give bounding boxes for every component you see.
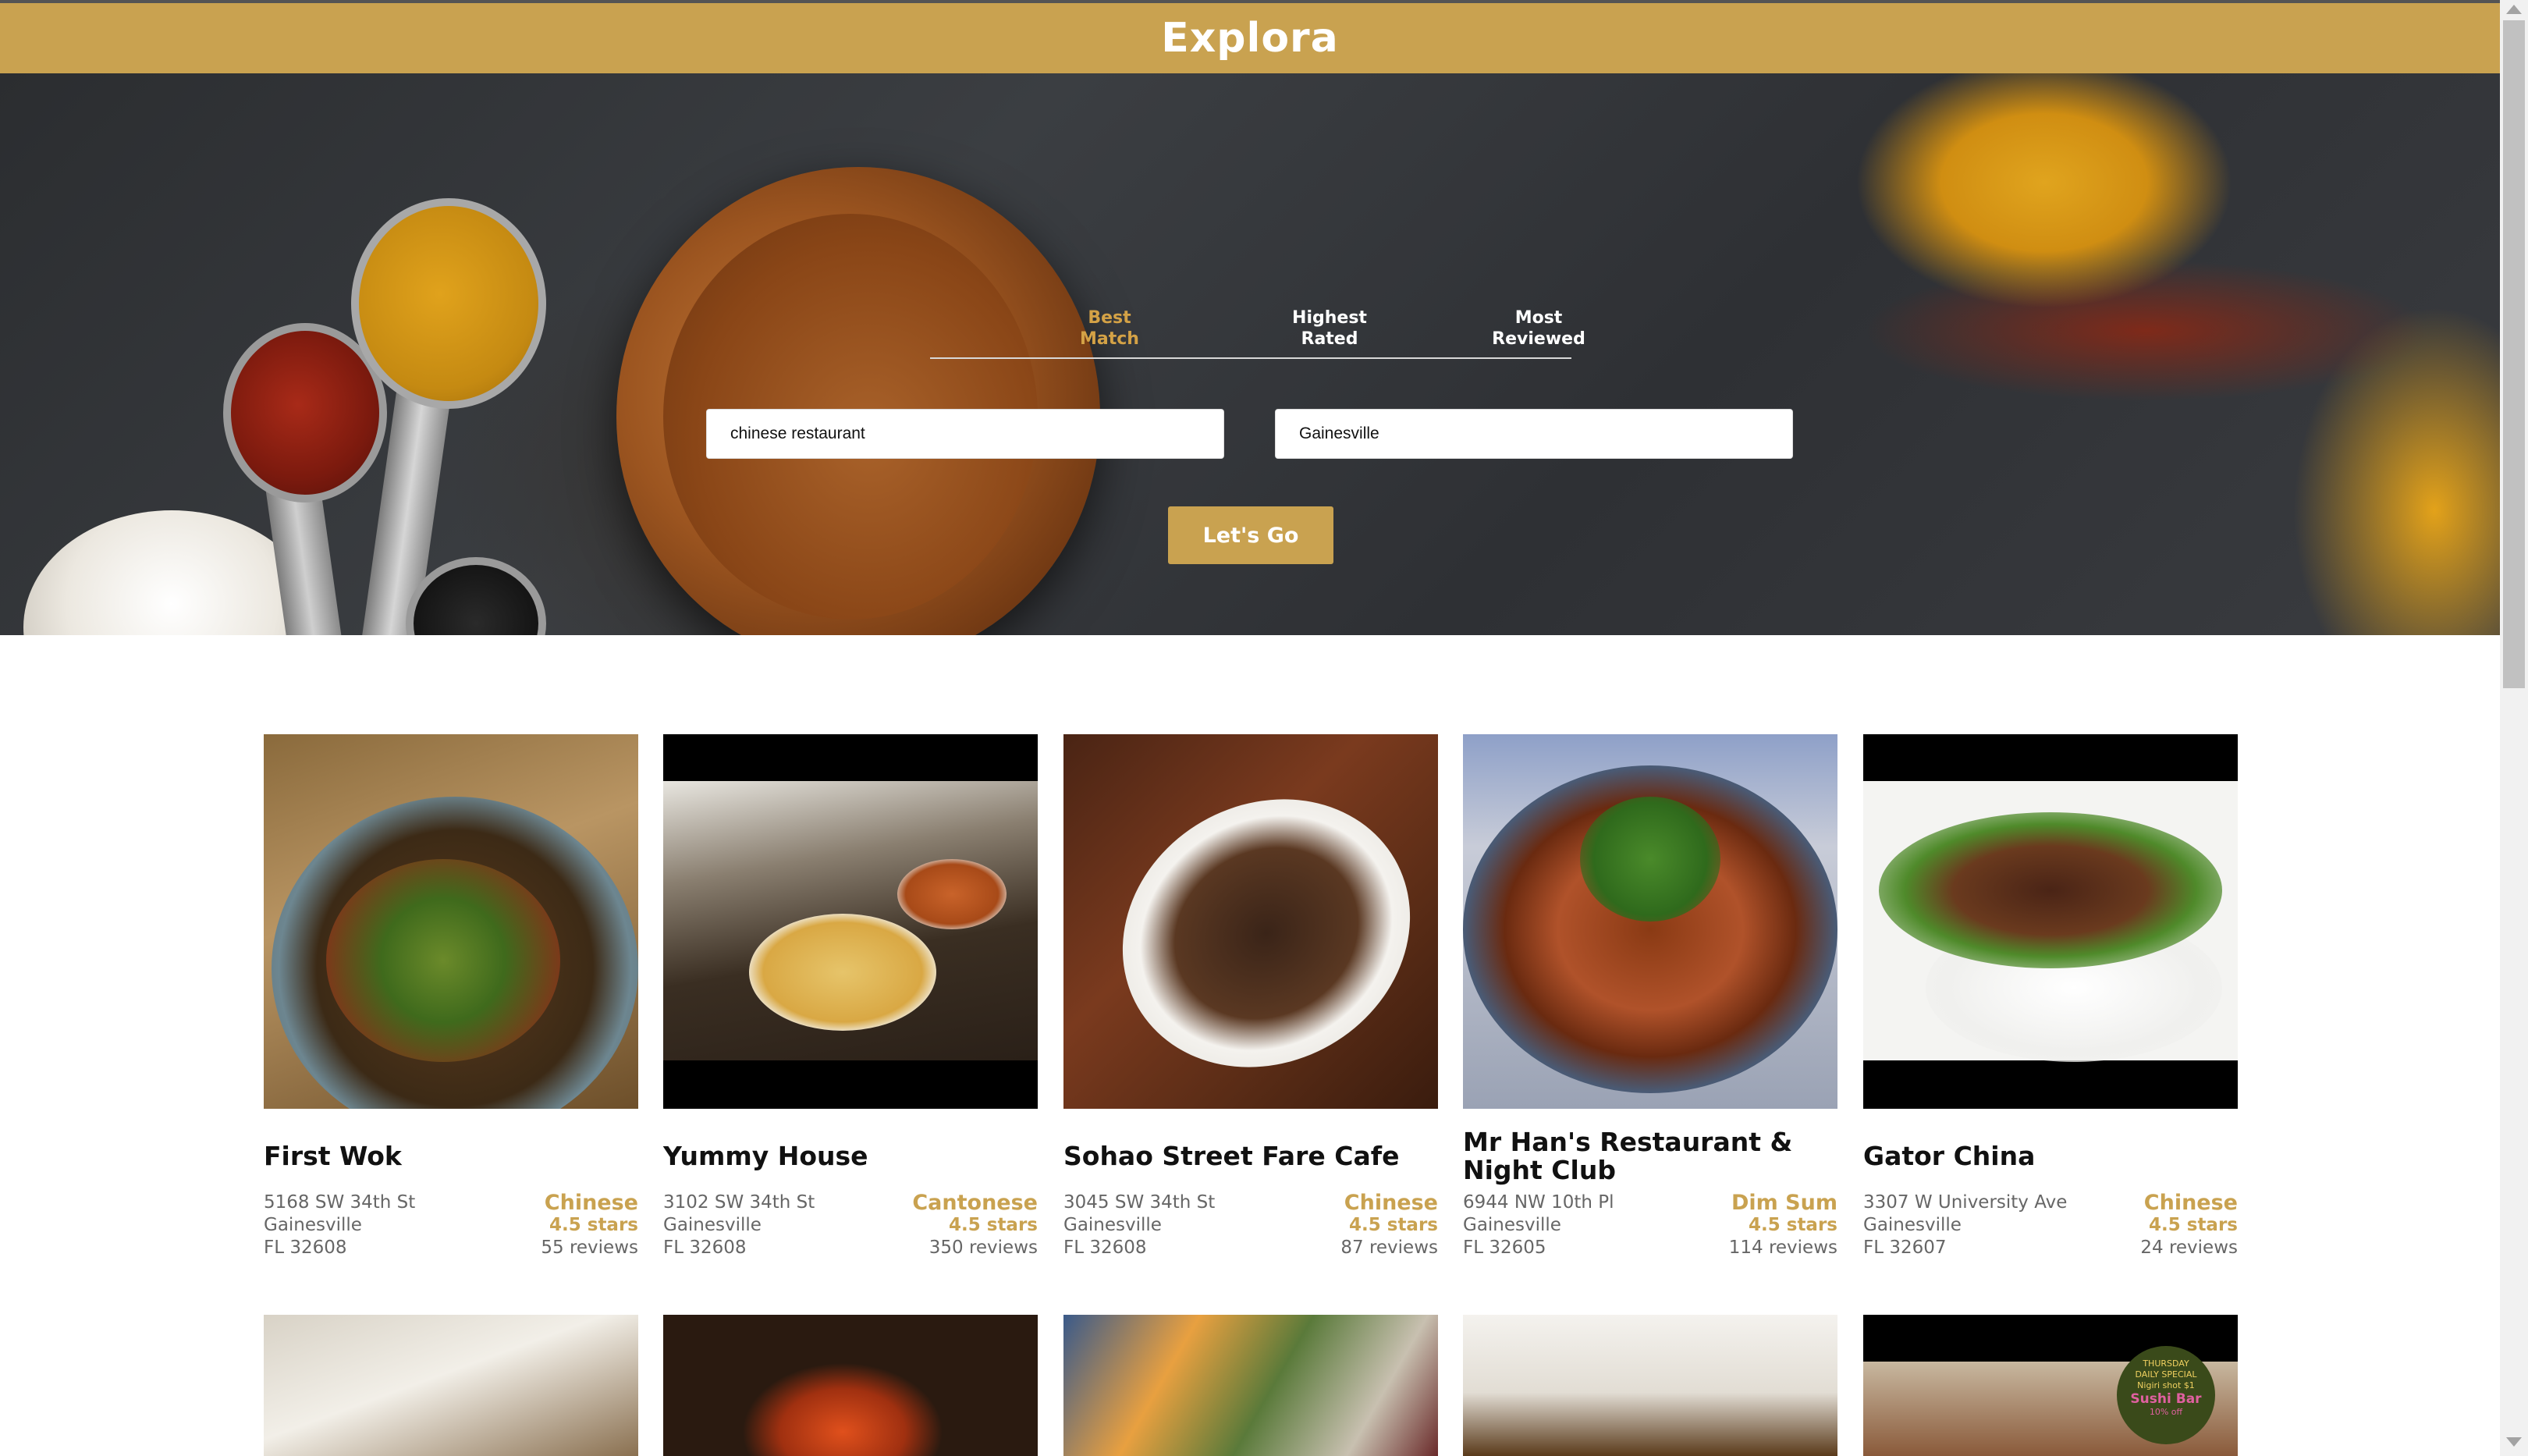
restaurant-rating: 4.5 stars: [1349, 1215, 1438, 1235]
address-city: Gainesville: [663, 1215, 762, 1235]
address-state-zip: FL 32608: [264, 1238, 347, 1258]
restaurant-category: Chinese: [2143, 1191, 2238, 1215]
restaurant-category: Chinese: [1344, 1191, 1438, 1215]
address-city: Gainesville: [1063, 1215, 1162, 1235]
address-street: 3045 SW 34th St: [1063, 1192, 1216, 1213]
restaurant-category: Dim Sum: [1731, 1191, 1837, 1215]
search-location-input[interactable]: [1275, 409, 1793, 459]
address-state-zip: FL 32607: [1863, 1238, 1947, 1258]
restaurant-address: 3307 W University Ave Gainesville FL 326…: [1863, 1191, 2067, 1259]
tab-most-reviewed[interactable]: Most Reviewed: [1461, 307, 1617, 350]
tab-label: Best: [1088, 308, 1131, 328]
restaurant-address: 3045 SW 34th St Gainesville FL 32608: [1063, 1191, 1215, 1259]
sign-text: Sushi Bar: [2130, 1391, 2202, 1407]
restaurant-address: 5168 SW 34th St Gainesville FL 32608: [264, 1191, 415, 1259]
turmeric-spoon: [351, 198, 546, 409]
restaurant-name[interactable]: Mr Han's Restaurant & Night Club: [1463, 1128, 1837, 1184]
restaurant-name[interactable]: Yummy House: [663, 1142, 1038, 1170]
restaurant-rating: 4.5 stars: [549, 1215, 638, 1235]
brand-logo[interactable]: Explora: [1161, 15, 1339, 62]
restaurant-address: 3102 SW 34th St Gainesville FL 32608: [663, 1191, 815, 1259]
lets-go-button[interactable]: Let's Go: [1168, 506, 1333, 564]
tab-label: Most: [1514, 308, 1563, 328]
tab-label: Reviewed: [1492, 329, 1585, 349]
restaurant-photo[interactable]: [264, 1315, 638, 1456]
tab-label: Highest: [1292, 308, 1367, 328]
sign-text: THURSDAY: [2143, 1358, 2189, 1369]
address-city: Gainesville: [264, 1215, 362, 1235]
restaurant-photo[interactable]: [1063, 734, 1438, 1109]
tab-label: Rated: [1301, 329, 1358, 349]
address-city: Gainesville: [1463, 1215, 1561, 1235]
restaurant-category: Chinese: [544, 1191, 638, 1215]
address-state-zip: FL 32605: [1463, 1238, 1546, 1258]
scroll-up-arrow-icon[interactable]: [2506, 5, 2522, 14]
restaurant-photo[interactable]: [1463, 734, 1837, 1109]
sign-text: 10% off: [2149, 1407, 2183, 1417]
sort-tabs: Best Match Highest Rated Most Reviewed: [930, 307, 1585, 359]
address-street: 5168 SW 34th St: [264, 1192, 416, 1213]
restaurant-meta: Cantonese 4.5 stars 350 reviews: [912, 1191, 1038, 1259]
tab-label: Match: [1080, 329, 1139, 349]
restaurant-rating: 4.5 stars: [1749, 1215, 1837, 1235]
address-state-zip: FL 32608: [1063, 1238, 1147, 1258]
restaurant-photo[interactable]: [1863, 734, 2238, 1109]
restaurant-review-count: 24 reviews: [2140, 1238, 2238, 1258]
tab-best-match[interactable]: Best Match: [1031, 307, 1188, 350]
restaurant-name[interactable]: Sohao Street Fare Cafe: [1063, 1142, 1438, 1170]
scrollbar-thumb[interactable]: [2503, 20, 2525, 688]
restaurant-photo[interactable]: [663, 734, 1038, 1109]
restaurant-name[interactable]: Gator China: [1863, 1142, 2238, 1170]
restaurant-meta: Chinese 4.5 stars 55 reviews: [541, 1191, 638, 1259]
restaurant-photo[interactable]: [1463, 1315, 1837, 1456]
restaurant-review-count: 114 reviews: [1728, 1238, 1837, 1258]
restaurant-photo[interactable]: THURSDAY DAILY SPECIAL Nigiri shot $1 Su…: [1863, 1315, 2238, 1456]
restaurant-review-count: 55 reviews: [541, 1238, 638, 1258]
restaurant-review-count: 350 reviews: [928, 1238, 1038, 1258]
restaurant-photo[interactable]: [663, 1315, 1038, 1456]
app-header: Explora: [0, 3, 2500, 73]
restaurant-rating: 4.5 stars: [2149, 1215, 2238, 1235]
scroll-down-arrow-icon[interactable]: [2506, 1437, 2522, 1447]
restaurant-photo[interactable]: [1063, 1315, 1438, 1456]
address-city: Gainesville: [1863, 1215, 1962, 1235]
restaurant-meta: Chinese 4.5 stars 24 reviews: [2140, 1191, 2238, 1259]
peppercorn-spoon: [406, 557, 546, 635]
address-state-zip: FL 32608: [663, 1238, 747, 1258]
sign-text: DAILY SPECIAL: [2135, 1369, 2197, 1380]
address-street: 3307 W University Ave: [1863, 1192, 2068, 1213]
sushi-bar-special-sign: THURSDAY DAILY SPECIAL Nigiri shot $1 Su…: [2117, 1346, 2215, 1444]
restaurant-name[interactable]: First Wok: [264, 1142, 638, 1170]
restaurant-rating: 4.5 stars: [949, 1215, 1038, 1235]
tab-highest-rated[interactable]: Highest Rated: [1252, 307, 1408, 350]
address-street: 3102 SW 34th St: [663, 1192, 815, 1213]
address-street: 6944 NW 10th Pl: [1463, 1192, 1614, 1213]
restaurant-meta: Dim Sum 4.5 stars 114 reviews: [1729, 1191, 1837, 1259]
restaurant-meta: Chinese 4.5 stars 87 reviews: [1340, 1191, 1438, 1259]
sign-text: Nigiri shot $1: [2137, 1380, 2195, 1390]
restaurant-review-count: 87 reviews: [1340, 1238, 1438, 1258]
hero-banner: Best Match Highest Rated Most Reviewed L…: [0, 73, 2500, 635]
restaurant-category: Cantonese: [912, 1191, 1038, 1215]
restaurant-photo[interactable]: [264, 734, 638, 1109]
restaurant-address: 6944 NW 10th Pl Gainesville FL 32605: [1463, 1191, 1614, 1259]
search-term-input[interactable]: [706, 409, 1224, 459]
